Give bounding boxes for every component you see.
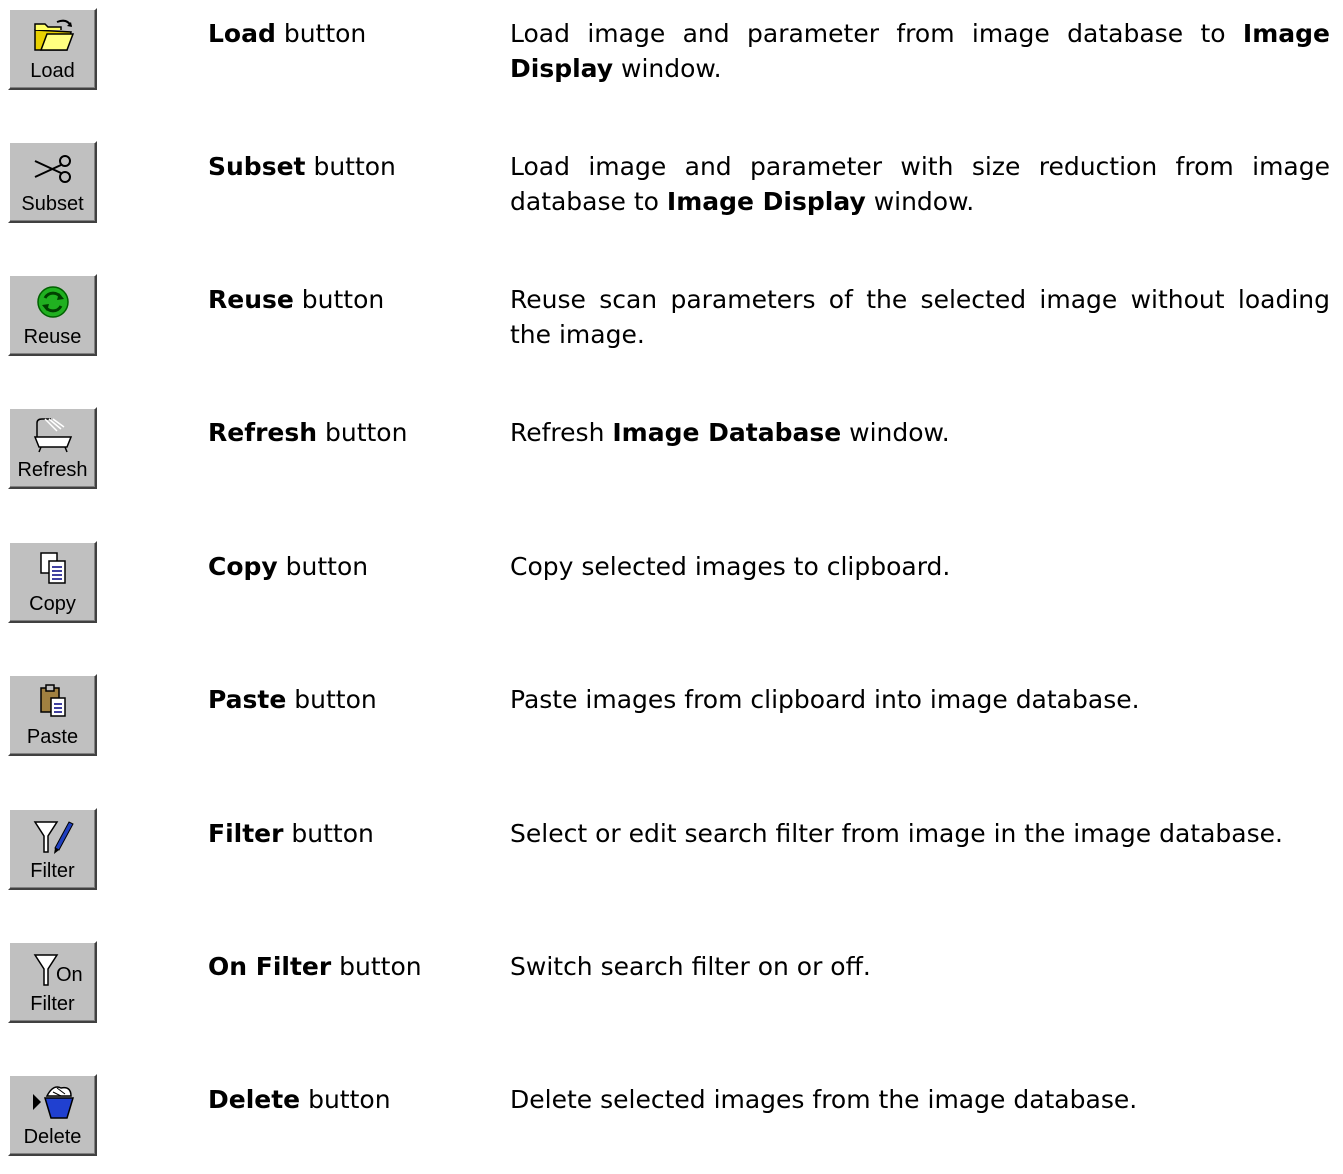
button-name-suffix: button [331, 952, 422, 981]
paste-button[interactable]: Paste [8, 674, 97, 756]
button-description: Switch search filter on or off. [510, 949, 1330, 984]
description-text: Refresh [510, 418, 613, 447]
description-emphasis: Image Display [666, 187, 866, 216]
refresh-button[interactable]: Refresh [8, 407, 97, 489]
description-text: Paste images from clipboard into image d… [510, 685, 1140, 714]
row-filter: Filter Filter button Select or edit search… [0, 808, 1343, 908]
description-text: Delete selected images from the image da… [510, 1085, 1138, 1114]
button-name: Reuse button [208, 282, 384, 317]
on-filter-button[interactable]: On Filter [8, 941, 97, 1023]
button-name-suffix: button [317, 418, 408, 447]
button-name-bold: Delete [208, 1085, 301, 1114]
delete-bucket-icon [31, 1082, 75, 1122]
button-caption: Delete [23, 1126, 82, 1148]
reuse-button[interactable]: Reuse [8, 274, 97, 356]
button-caption: Copy [29, 593, 76, 615]
delete-button[interactable]: Delete [8, 1074, 97, 1156]
button-name-bold: Reuse [208, 285, 294, 314]
button-name-suffix: button [293, 285, 385, 314]
button-description: Load image and parameter with size reduc… [510, 149, 1330, 219]
row-refresh: Refresh Refresh button Refresh Image Datab… [0, 407, 1343, 507]
button-caption-top: On [56, 964, 83, 986]
open-folder-icon [31, 16, 75, 56]
button-caption: Load [30, 60, 75, 82]
description-text: window. [841, 418, 950, 447]
row-copy: Copy Copy button Copy selected images to c… [0, 541, 1343, 641]
row-paste: Paste Paste button Paste images from clipb… [0, 674, 1343, 774]
button-name-suffix: button [283, 819, 374, 848]
button-name: Refresh button [208, 415, 407, 450]
paste-clipboard-icon [31, 682, 75, 722]
description-text: Load image and parameter from image data… [510, 19, 1243, 48]
copy-documents-icon [31, 549, 75, 589]
button-description: Copy selected images to clipboard. [510, 549, 1330, 584]
button-name: Subset button [208, 149, 396, 184]
row-reuse: Reuse Reuse button Reuse scan parameters o… [0, 274, 1343, 374]
button-name-suffix: button [305, 152, 396, 181]
row-delete: Delete Delete button Delete selected image… [0, 1074, 1343, 1174]
button-name-suffix: button [277, 552, 369, 581]
load-button[interactable]: Load [8, 8, 97, 90]
button-name: Copy button [208, 549, 368, 584]
button-description: Refresh Image Database window. [510, 415, 1330, 450]
button-name-bold: Paste [208, 685, 287, 714]
button-name-bold: Subset [208, 152, 306, 181]
description-text: Reuse scan parameters of the selected im… [510, 285, 1330, 349]
button-description: Paste images from clipboard into image d… [510, 682, 1330, 717]
button-description: Select or edit search filter from image … [510, 816, 1330, 851]
button-caption: Filter [30, 993, 75, 1015]
description-text: window. [613, 54, 722, 83]
button-name-bold: Filter [208, 819, 284, 848]
description-text: Copy selected images to clipboard. [510, 552, 951, 581]
button-description: Reuse scan parameters of the selected im… [510, 282, 1330, 352]
description-emphasis: Image Database [612, 418, 842, 447]
button-name-suffix: button [286, 685, 377, 714]
row-on-filter: On Filter On Filter button Switch search fi… [0, 941, 1343, 1041]
row-load: Load Load button Load image and parameter … [0, 8, 1343, 108]
button-name: Load button [208, 16, 366, 51]
button-name: Delete button [208, 1082, 391, 1117]
button-caption: Refresh [17, 459, 88, 481]
button-name-bold: Copy [208, 552, 278, 581]
button-name: Filter button [208, 816, 374, 851]
button-description: Load image and parameter from image data… [510, 16, 1330, 86]
recycle-arrows-icon [31, 282, 75, 322]
button-name: Paste button [208, 682, 377, 717]
bathtub-icon [31, 415, 75, 455]
description-text: window. [865, 187, 975, 216]
button-caption: Paste [26, 726, 79, 748]
filter-button[interactable]: Filter [8, 808, 97, 890]
button-name-bold: Load [208, 19, 276, 48]
button-description: Delete selected images from the image da… [510, 1082, 1330, 1117]
description-text: Switch search filter on or off. [510, 952, 871, 981]
button-caption: Filter [30, 860, 75, 882]
funnel-pencil-icon [31, 816, 75, 856]
button-name-suffix: button [300, 1085, 391, 1114]
scissors-icon [31, 149, 75, 189]
subset-button[interactable]: Subset [8, 141, 97, 223]
button-name-bold: Refresh [208, 418, 318, 447]
row-subset: Subset Subset button Load image and parame… [0, 141, 1343, 241]
button-caption: Reuse [23, 326, 82, 348]
description-text: Select or edit search filter from image … [510, 819, 1283, 848]
button-name: On Filter button [208, 949, 422, 984]
button-caption: Subset [21, 193, 84, 215]
button-name-bold: On Filter [208, 952, 332, 981]
copy-button[interactable]: Copy [8, 541, 97, 623]
button-name-suffix: button [275, 19, 367, 48]
